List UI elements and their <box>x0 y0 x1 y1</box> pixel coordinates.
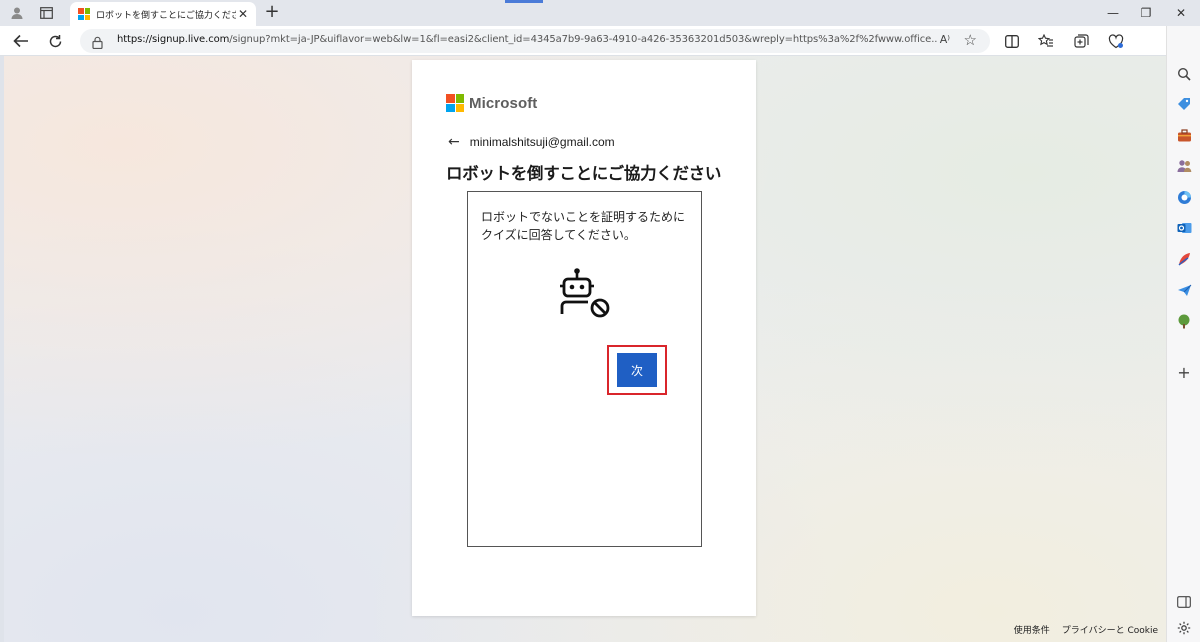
read-aloud-icon[interactable]: A⁾ <box>940 33 950 46</box>
people-icon[interactable] <box>1176 158 1192 174</box>
expand-icon[interactable] <box>1176 594 1192 610</box>
tag-icon[interactable] <box>1176 96 1192 112</box>
microsoft-logo-icon <box>446 94 464 112</box>
tree-icon[interactable] <box>1176 313 1192 329</box>
page-title: ロボットを倒すことにご協力ください <box>446 164 722 183</box>
back-icon[interactable] <box>10 30 32 52</box>
robot-blocked-icon <box>558 267 614 327</box>
address-bar[interactable]: https://signup.live.com/signup?mkt=ja-JP… <box>80 29 990 53</box>
profile-icon[interactable] <box>6 3 28 23</box>
account-email: minimalshitsuji@gmail.com <box>469 135 615 149</box>
next-button-highlight: 次 <box>607 345 667 395</box>
microsoft-logo: Microsoft <box>446 94 537 112</box>
collections-icon[interactable] <box>1070 30 1092 52</box>
navigation-bar: https://signup.live.com/signup?mkt=ja-JP… <box>0 26 1200 56</box>
send-icon[interactable] <box>1176 282 1192 298</box>
briefcase-icon[interactable] <box>1176 127 1192 143</box>
close-window-button[interactable]: ✕ <box>1158 2 1200 24</box>
tab-close-icon[interactable]: ✕ <box>236 7 250 21</box>
tab-active[interactable]: ロボットを倒すことにご協力ください ✕ <box>70 2 256 26</box>
terms-link[interactable]: 使用条件 <box>1014 623 1050 636</box>
outlook-icon[interactable] <box>1176 220 1192 236</box>
captcha-frame: ロボットでないことを証明するために クイズに回答してください。 次 <box>467 191 702 547</box>
page-footer: 使用条件 プライバシーと Cookie <box>1014 623 1158 636</box>
new-tab-button[interactable]: + <box>262 3 282 23</box>
microsoft-favicon-icon <box>78 8 90 20</box>
url-host: https://signup.live.com <box>117 34 230 45</box>
identity-row[interactable]: ← minimalshitsuji@gmail.com <box>448 134 615 150</box>
browser-essentials-icon[interactable] <box>1105 30 1127 52</box>
next-button[interactable]: 次 <box>617 353 657 387</box>
office-icon[interactable] <box>1176 189 1192 205</box>
tab-actions-icon[interactable] <box>35 3 57 23</box>
tab-title: ロボットを倒すことにご協力ください <box>96 10 236 21</box>
edge-sidebar: + <box>1166 26 1200 642</box>
back-arrow-icon[interactable]: ← <box>448 134 460 150</box>
brand-name: Microsoft <box>469 94 538 112</box>
settings-icon[interactable] <box>1176 620 1192 636</box>
feather-icon[interactable] <box>1176 251 1192 267</box>
url-text[interactable]: https://signup.live.com/signup?mkt=ja-JP… <box>117 34 937 45</box>
signup-card: Microsoft ← minimalshitsuji@gmail.com ロボ… <box>412 60 756 616</box>
favorites-icon[interactable] <box>1035 30 1057 52</box>
add-icon[interactable]: + <box>1176 363 1192 382</box>
url-path: /signup?mkt=ja-JP&uiflavor=web&lw=1&fl=e… <box>229 34 937 45</box>
split-screen-icon[interactable] <box>1001 30 1023 52</box>
privacy-link[interactable]: プライバシーと Cookie <box>1062 623 1158 636</box>
search-icon[interactable] <box>1176 66 1192 82</box>
tab-strip: ロボットを倒すことにご協力ください ✕ + — ❐ ✕ <box>0 0 1200 26</box>
page-viewport: Microsoft ← minimalshitsuji@gmail.com ロボ… <box>4 56 1166 642</box>
tab-indicator <box>505 0 543 3</box>
favorite-star-icon[interactable]: ☆ <box>964 31 977 49</box>
lock-icon[interactable] <box>92 34 103 53</box>
captcha-instruction: ロボットでないことを証明するために クイズに回答してください。 <box>481 210 686 242</box>
refresh-icon[interactable] <box>44 30 66 52</box>
